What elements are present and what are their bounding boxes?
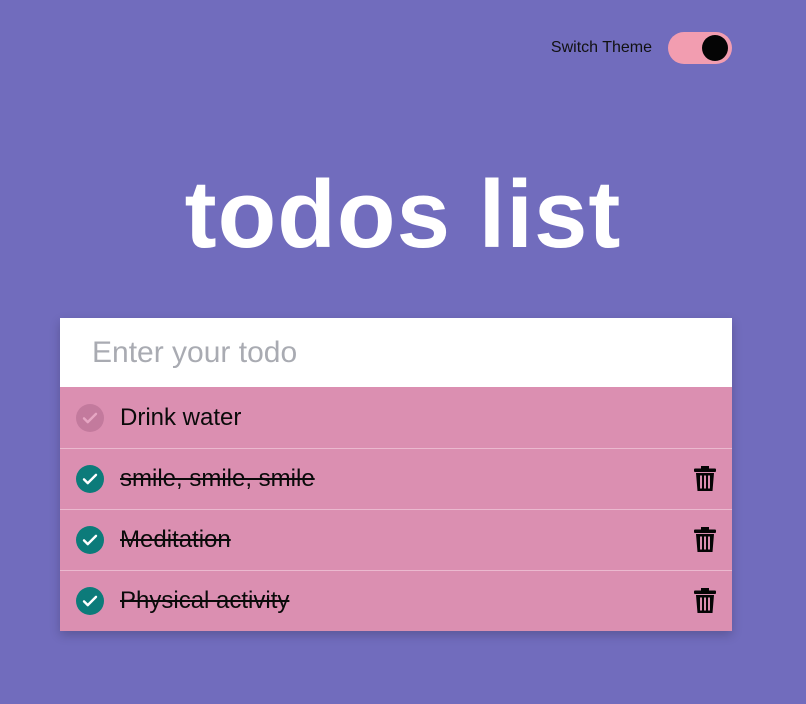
- trash-icon[interactable]: [694, 527, 716, 553]
- todo-text: Physical activity: [120, 587, 290, 614]
- todo-item: Meditation: [60, 509, 732, 570]
- trash-icon[interactable]: [694, 466, 716, 492]
- todo-item: Drink water: [60, 387, 732, 448]
- todo-text: Meditation: [120, 526, 231, 553]
- check-icon[interactable]: [76, 465, 104, 493]
- theme-switch: Switch Theme: [551, 32, 732, 64]
- trash-icon[interactable]: [694, 588, 716, 614]
- toggle-knob: [702, 35, 728, 61]
- check-icon[interactable]: [76, 526, 104, 554]
- page-title: todos list: [184, 161, 622, 268]
- theme-toggle[interactable]: [668, 32, 732, 64]
- todo-input[interactable]: [60, 318, 732, 387]
- todo-panel: Drink water smile, smile, smile Meditati…: [60, 318, 732, 631]
- todo-text: smile, smile, smile: [120, 465, 315, 492]
- check-icon[interactable]: [76, 403, 104, 432]
- theme-switch-label: Switch Theme: [550, 39, 652, 56]
- check-icon[interactable]: [76, 587, 104, 615]
- todo-item: Physical activity: [60, 570, 732, 631]
- todo-text: Drink water: [120, 403, 242, 431]
- todo-item: smile, smile, smile: [60, 448, 732, 509]
